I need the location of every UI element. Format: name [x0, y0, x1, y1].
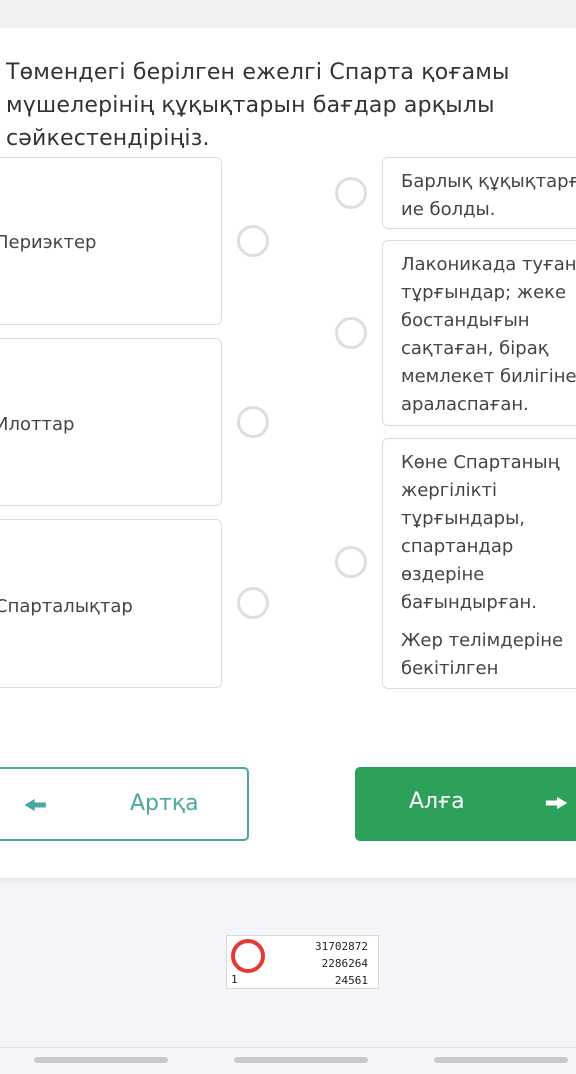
left-radio-1[interactable]: [237, 225, 269, 257]
left-item-label: Илоттар: [0, 414, 75, 435]
scrollbar-segment[interactable]: [34, 1057, 168, 1063]
right-radio-2[interactable]: [335, 317, 367, 349]
left-radio-3[interactable]: [237, 587, 269, 619]
watermark-line: 24561: [334, 974, 368, 987]
question-text: Төмендегі берілген ежелгі Спарта қоғамы …: [6, 60, 510, 151]
watermark-stamp: 1 31702872 2286264 24561: [226, 935, 379, 989]
top-bar: [0, 0, 576, 28]
right-item-text: Лаконикада туған тұрғындар; жеке бостанд…: [401, 254, 576, 415]
right-item-text: Көне Спартаның жергілікті тұрғындары, сп…: [401, 452, 560, 613]
right-radio-1[interactable]: [335, 177, 367, 209]
right-item-1[interactable]: Барлық құқықтарға ие болды.: [382, 157, 576, 229]
right-radio-3[interactable]: [335, 546, 367, 578]
arrow-right-icon: 🠚: [545, 789, 568, 819]
left-item-spartans[interactable]: Спарталықтар: [0, 519, 222, 688]
watermark-lines: 31702872 2286264 24561: [315, 938, 368, 989]
watermark-line: 2286264: [321, 957, 368, 970]
next-button[interactable]: Алға 🠚: [355, 767, 576, 841]
back-button-label: Артқа: [130, 791, 199, 816]
left-item-label: Периэктер: [0, 232, 97, 253]
arrow-left-icon: 🠘: [24, 791, 47, 821]
right-item-text-extra: Жер телімдеріне бекітілген мемлекеттік қ…: [401, 630, 576, 688]
scrollbar-segment[interactable]: [434, 1057, 568, 1063]
ring-icon: [231, 939, 265, 973]
right-item-text: Барлық құқықтарға ие болды.: [401, 171, 576, 220]
watermark-number: 1: [231, 973, 238, 986]
scrollbar-segment[interactable]: [234, 1057, 368, 1063]
left-item-helots[interactable]: Илоттар: [0, 338, 222, 506]
next-button-label: Алға: [409, 789, 465, 814]
left-item-label: Спарталықтар: [0, 596, 133, 617]
left-item-perioikoi[interactable]: Периэктер: [0, 157, 222, 325]
right-item-2[interactable]: Лаконикада туған тұрғындар; жеке бостанд…: [382, 240, 576, 426]
bottom-divider: [0, 1047, 576, 1048]
left-radio-2[interactable]: [237, 406, 269, 438]
right-item-3[interactable]: Көне Спартаның жергілікті тұрғындары, сп…: [382, 438, 576, 689]
watermark-line: 31702872: [315, 940, 368, 953]
back-button[interactable]: 🠘 Артқа: [0, 767, 249, 841]
